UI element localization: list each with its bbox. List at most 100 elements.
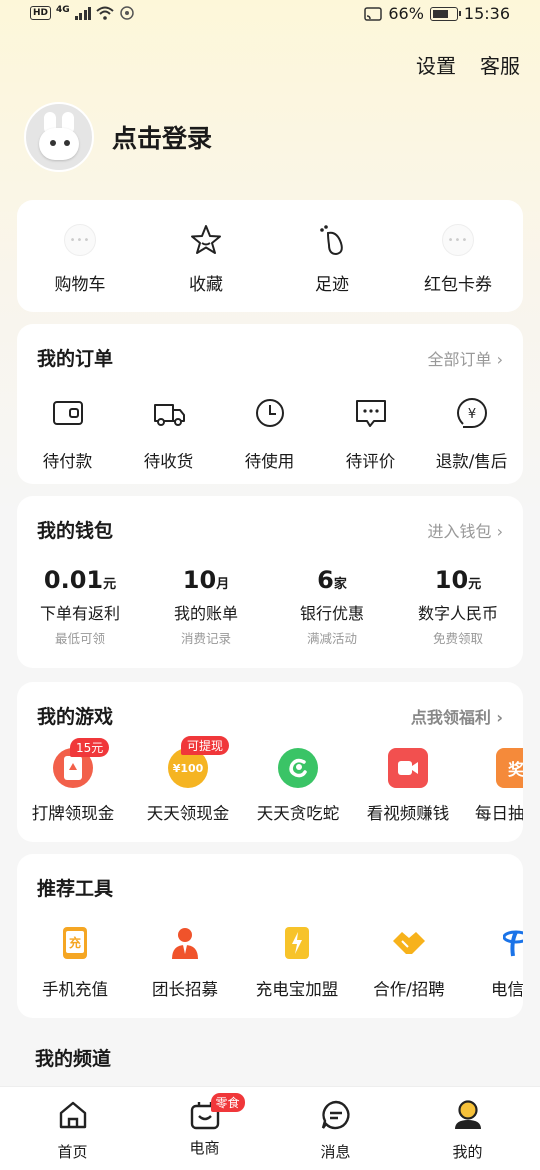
login-link[interactable]: 点击登录 <box>112 119 212 155</box>
tool-item[interactable]: 充电宝加盟 <box>241 926 353 1000</box>
svg-text:¥: ¥ <box>467 407 475 422</box>
tab-mine[interactable]: 我的 <box>400 1099 535 1162</box>
digital-rmb-label: 数字人民币 <box>417 604 498 623</box>
footprint-item[interactable]: 足迹 <box>269 222 395 295</box>
orders-title: 我的订单 <box>37 348 114 370</box>
digital-rmb-value: 10元 <box>434 566 482 594</box>
coupons-label: 红包卡券 <box>424 275 492 295</box>
tool-label: 充电宝加盟 <box>255 980 339 999</box>
wallet-title: 我的钱包 <box>37 520 114 542</box>
cart-label: 购物车 <box>54 275 106 295</box>
shop-badge: 零食 <box>210 1093 245 1112</box>
tool-label: 团长招募 <box>152 980 218 999</box>
pending-receipt-item[interactable]: 待收货 <box>118 396 219 472</box>
wallet-card: 我的钱包 进入钱包 › 0.01元 下单有返利 最低可领 10月 我的账单 消费… <box>17 496 523 668</box>
game-label: 看视频赚钱 <box>366 804 450 823</box>
comment-icon <box>355 400 386 427</box>
snake-icon <box>278 748 318 788</box>
rebate-value: 0.01元 <box>43 566 117 594</box>
home-icon <box>59 1101 86 1129</box>
battery-icon <box>429 6 461 21</box>
coupons-item[interactable]: ••• 红包卡券 <box>395 222 521 295</box>
cart-item[interactable]: ••• 购物车 <box>17 222 143 295</box>
game-item[interactable]: 奖 每日抽 <box>457 748 523 824</box>
rebate-sub: 最低可领 <box>54 631 105 646</box>
profile-icon <box>454 1100 481 1129</box>
battery-percent: 66% <box>388 4 424 23</box>
tool-item[interactable]: 充 手机充值 <box>19 926 131 1000</box>
cast-icon <box>364 6 383 21</box>
channels-section: 我的频道 <box>17 1030 523 1090</box>
bank-offer-item[interactable]: 6家 银行优惠 满减活动 <box>269 566 395 647</box>
quick-access-card: ••• 购物车 收藏 足迹 ••• 红包卡券 <box>17 200 523 312</box>
footprint-icon <box>314 222 350 258</box>
profile-header[interactable]: 点击登录 <box>24 102 212 172</box>
game-item[interactable]: 15元 打牌领现金 <box>17 738 132 824</box>
clock-time: 15:36 <box>463 4 510 23</box>
message-icon <box>321 1100 350 1130</box>
tools-card: 推荐工具 充 手机充值 团长招募 充电宝加盟 合作/招聘 电信营 <box>17 854 523 1018</box>
tab-messages[interactable]: 消息 <box>268 1099 403 1162</box>
bottom-tab-bar: 首页 零食 电商 消息 我的 <box>0 1086 540 1170</box>
games-welfare-link[interactable]: 点我领福利 › <box>411 704 503 728</box>
all-orders-link[interactable]: 全部订单 › <box>427 346 503 370</box>
game-item[interactable]: 天天贪吃蛇 <box>239 748 357 824</box>
bill-sub: 消费记录 <box>180 631 231 646</box>
settings-button[interactable]: 设置 <box>416 50 456 79</box>
game-item[interactable]: 看视频赚钱 <box>349 748 467 824</box>
wifi-icon <box>96 6 114 20</box>
digital-rmb-sub: 免费领取 <box>432 631 483 646</box>
tool-item[interactable]: 团长招募 <box>129 926 241 1000</box>
chevron-right-icon: › <box>496 708 503 727</box>
network-type: 4G <box>56 5 70 15</box>
tab-home-label: 首页 <box>57 1143 88 1161</box>
rebate-item[interactable]: 0.01元 下单有返利 最低可领 <box>17 566 143 647</box>
orders-card: 我的订单 全部订单 › 待付款 待收货 待使用 待评价 ¥ 退款/售后 <box>17 324 523 484</box>
pending-use-item[interactable]: 待使用 <box>219 396 320 472</box>
chevron-right-icon: › <box>496 350 503 369</box>
pending-payment-label: 待付款 <box>42 452 93 471</box>
signal-icon <box>74 6 92 20</box>
enter-wallet-link[interactable]: 进入钱包 › <box>427 518 503 542</box>
pending-payment-item[interactable]: 待付款 <box>17 396 118 472</box>
digital-rmb-item[interactable]: 10元 数字人民币 免费领取 <box>395 566 521 647</box>
power-bank-icon <box>280 926 314 960</box>
pending-review-item[interactable]: 待评价 <box>320 396 421 472</box>
game-badge: 可提现 <box>181 736 230 755</box>
tool-label: 手机充值 <box>42 980 108 999</box>
game-item[interactable]: ¥100 可提现 天天领现金 <box>129 736 247 824</box>
telecom-icon <box>503 926 523 960</box>
game-badge: 15元 <box>70 738 110 757</box>
bank-offer-label: 银行优惠 <box>299 604 364 623</box>
customer-service-button[interactable]: 客服 <box>480 50 520 79</box>
tab-shop[interactable]: 零食 电商 <box>137 1093 272 1158</box>
refund-item[interactable]: ¥ 退款/售后 <box>421 396 522 472</box>
tool-item[interactable]: 合作/招聘 <box>353 926 465 1000</box>
leader-icon <box>168 926 202 960</box>
tab-home[interactable]: 首页 <box>5 1099 140 1162</box>
tool-label: 电信营 <box>491 980 523 999</box>
pending-use-label: 待使用 <box>244 452 295 471</box>
tool-label: 合作/招聘 <box>373 980 445 999</box>
bank-offer-sub: 满减活动 <box>306 631 357 646</box>
tab-shop-label: 电商 <box>189 1139 220 1157</box>
phone-recharge-icon: 充 <box>58 926 92 960</box>
game-label: 天天贪吃蛇 <box>256 804 340 823</box>
coupon-placeholder-icon: ••• <box>440 222 476 258</box>
handshake-icon <box>392 926 426 960</box>
tool-item[interactable]: 电信营 <box>463 926 523 1000</box>
games-card: 我的游戏 点我领福利 › 15元 打牌领现金 ¥100 可提现 天天领现金 天天… <box>17 682 523 842</box>
wallet-icon <box>52 401 83 425</box>
games-title: 我的游戏 <box>37 706 114 728</box>
truck-icon <box>153 404 185 426</box>
video-icon <box>388 748 428 788</box>
bill-item[interactable]: 10月 我的账单 消费记录 <box>143 566 269 647</box>
favorites-item[interactable]: 收藏 <box>143 222 269 295</box>
game-label: 打牌领现金 <box>31 804 115 823</box>
favorites-label: 收藏 <box>189 275 223 295</box>
refund-icon: ¥ <box>456 398 487 428</box>
notification-icon <box>120 6 134 20</box>
avatar[interactable] <box>24 102 94 172</box>
game-label: 天天领现金 <box>146 804 230 823</box>
pending-review-label: 待评价 <box>345 452 396 471</box>
